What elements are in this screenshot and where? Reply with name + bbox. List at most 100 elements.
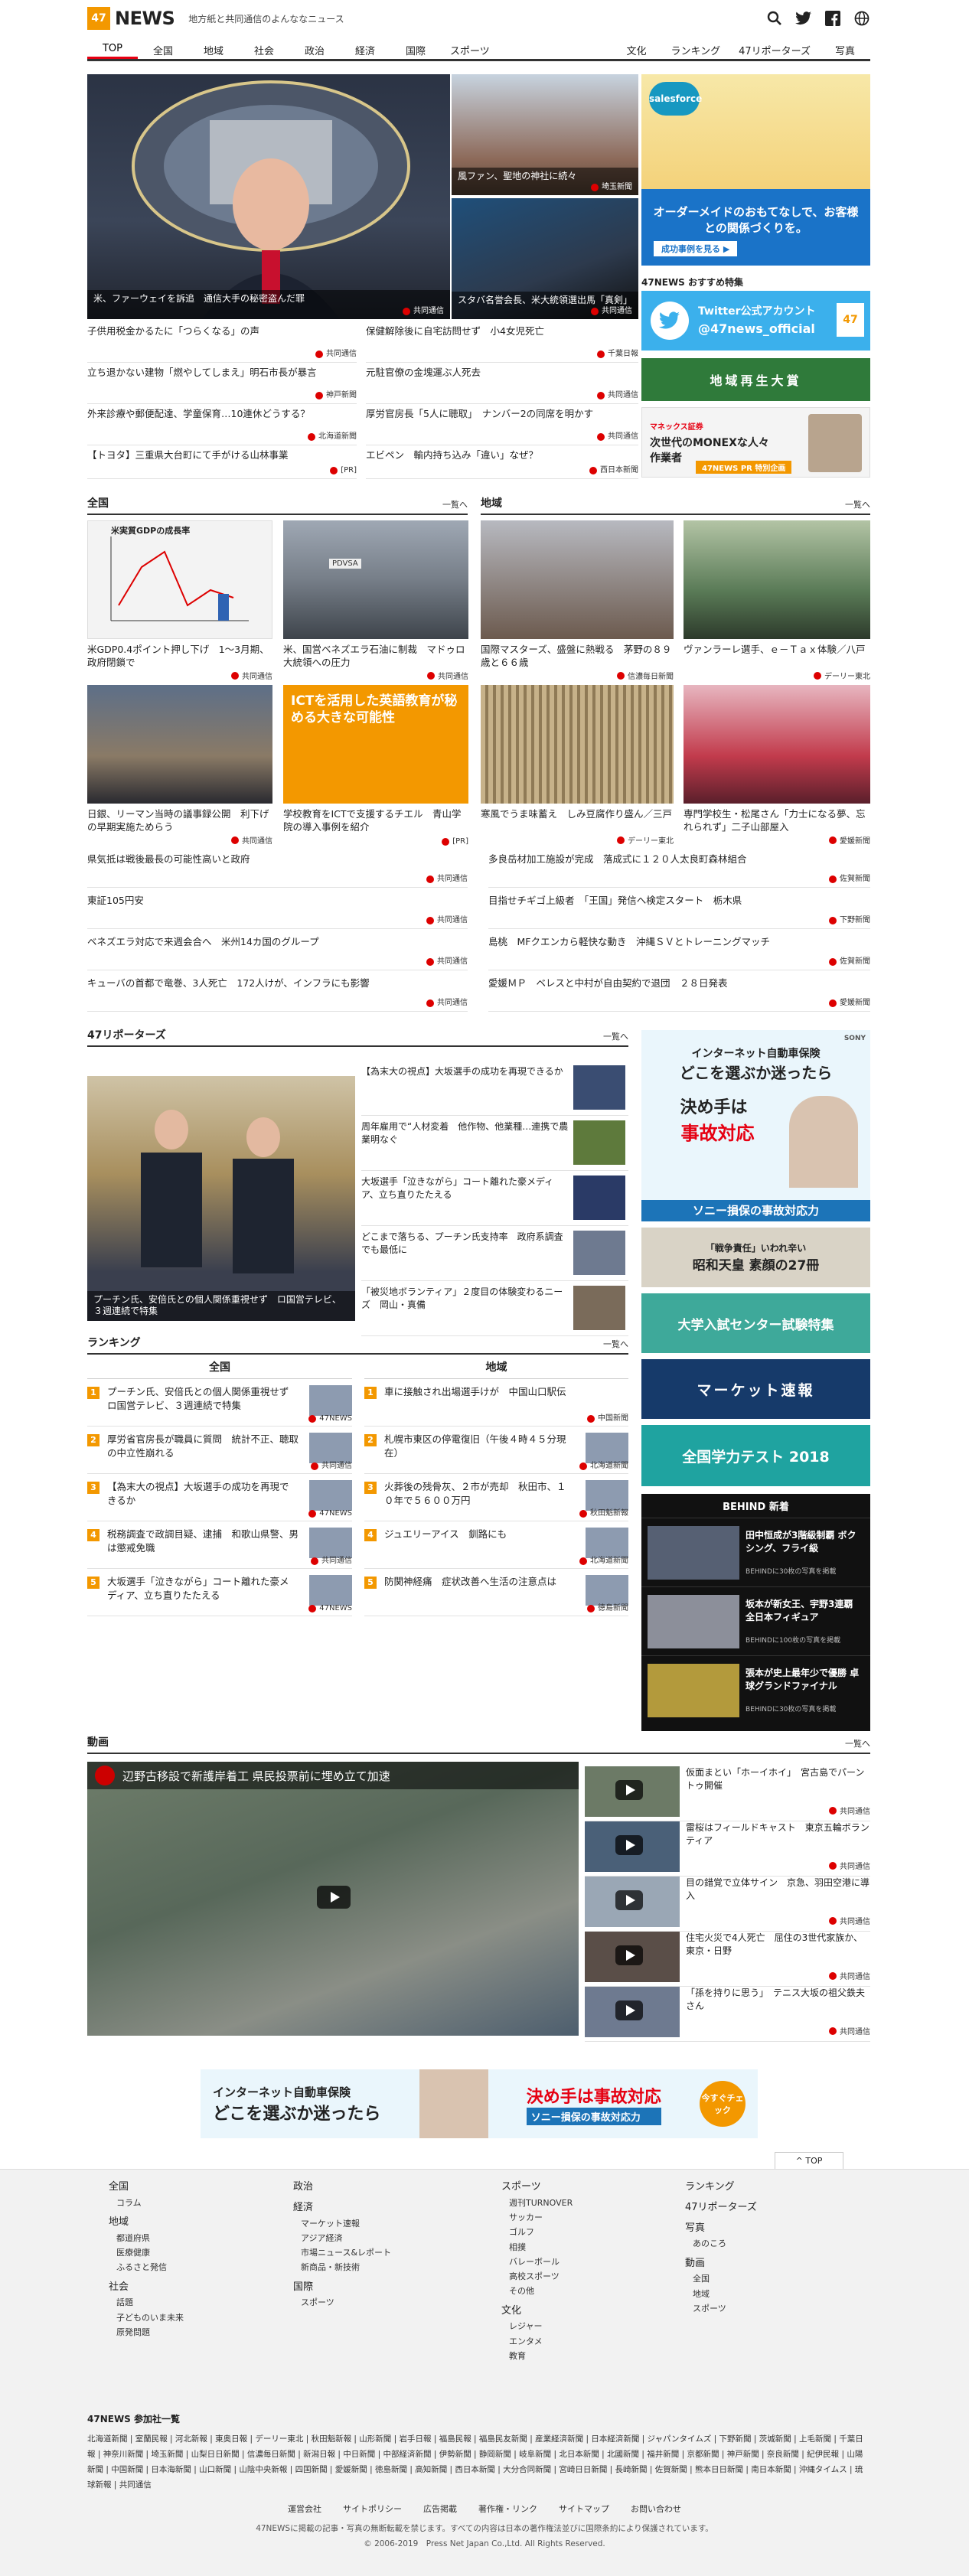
- video-item[interactable]: 住宅火災で4人死亡 屈住の3世代家族か、東京・日野 共同通信: [585, 1927, 870, 1987]
- ranking-item[interactable]: 3 火葬後の残骨灰、２市が売却 秋田市、１０年で５６００万円 秋田魁新報: [364, 1474, 628, 1521]
- footer-col-1: 全国 コラム 地域 都道府県 医療健康 ふるさと発信 社会 話題 子どものいま未…: [109, 2181, 184, 2337]
- nav-top[interactable]: TOP: [87, 38, 138, 59]
- headline-item[interactable]: 元駐官僚の金塊運ぶ人死去 共同通信: [366, 366, 638, 404]
- search-icon[interactable]: [766, 10, 783, 27]
- list-item[interactable]: ベネズエラ対応で来週会合へ 米州14カ国のグループ 共同通信: [87, 935, 468, 970]
- hero-main-image[interactable]: 米、ファーウェイを訴追 通信大手の秘密盗んだ罪 共同通信: [87, 74, 450, 319]
- nav-ranking[interactable]: ランキング: [661, 38, 729, 59]
- back-to-top-button[interactable]: ^ TOP: [775, 2152, 843, 2170]
- list-item[interactable]: 愛媛ＭＰ ベレスと中村が自由契約で退団 ２８日発表 愛媛新聞: [488, 977, 870, 1012]
- chiiki-more-link[interactable]: 一覧へ: [845, 498, 870, 510]
- nav-bunka[interactable]: 文化: [611, 38, 661, 59]
- headline-item[interactable]: エビペン 輸内持ち込み「違い」なぜ？ 西日本新聞: [366, 448, 638, 479]
- ranking-item[interactable]: 4 ジュエリーアイス 釧路にも 北海道新聞: [364, 1521, 628, 1569]
- salesforce-ad[interactable]: salesforce オーダーメイドのおもてなしで、お客様との関係づくりを。 成…: [641, 74, 870, 266]
- video-main-player[interactable]: 辺野古移設で新護岸着工 県民投票前に埋め立て加速: [87, 1762, 579, 2036]
- section-zenkoku-header: 全国 一覧へ: [87, 494, 468, 515]
- headline-item[interactable]: 外来診療や郵便配達、学童保育…10連休どうする？ 北海道新聞: [87, 407, 357, 445]
- nav-photo[interactable]: 写真: [820, 38, 870, 59]
- hero-side-image-2[interactable]: スタバ名誉会長、米大統領選出馬「真剣」 共同通信: [452, 198, 638, 319]
- video-thumb: [585, 1987, 680, 2037]
- nav-reporters[interactable]: 47リポーターズ: [729, 38, 820, 59]
- reporter-item[interactable]: どこまで落ちる、プーチン氏支持率 政府系調査でも最低に: [361, 1226, 628, 1281]
- twitter-bird-icon: [651, 302, 689, 340]
- reporter-item[interactable]: 大坂選手「泣きながら」コート離れた豪メディア、立ち直りたたえる: [361, 1171, 628, 1226]
- nav-chiiki[interactable]: 地域: [188, 38, 239, 59]
- behind-item[interactable]: 田中恒成が3階級制覇 ボクシング、フライ級 BEHINDに30枚の写真を掲載: [641, 1518, 870, 1586]
- news-card[interactable]: 日銀、リーマン当時の議事録公開 利下げの早期実施ためらう 共同通信: [87, 685, 272, 846]
- reporter-item[interactable]: 周年雇用で“人材変着 他作物、他業種…連携で農業明なぐ: [361, 1116, 628, 1171]
- gakuryoku-banner[interactable]: 全国学力テスト 2018: [641, 1425, 870, 1486]
- ranking-item[interactable]: 2 厚労省官房長が職員に質問 統計不正、聴取の中立性崩れる 共同通信: [87, 1427, 352, 1474]
- section-video-header: 動画 一覧へ: [87, 1733, 870, 1754]
- behind-item[interactable]: 張本が史上最年少で優勝 卓球グランドファイナル BEHINDに30枚の写真を掲載: [641, 1655, 870, 1724]
- headline-item[interactable]: 厚労官房長「5人に聴取」 ナンバー2の同席を明かす 共同通信: [366, 407, 638, 445]
- salesforce-ad-button[interactable]: 成功事例を見る ▶: [654, 241, 738, 256]
- list-item[interactable]: 県気抵は戦後最長の可能性高いと政府 共同通信: [87, 853, 468, 888]
- ranking-item[interactable]: 1 プーチン氏、安倍氏との個人関係重視せず ロ国営テレビ、３週連続で特集 47NEW…: [87, 1379, 352, 1427]
- list-item[interactable]: 目指せチギゴ上級者 「王国」発信へ検定スタート 栃木県 下野新聞: [488, 894, 870, 929]
- showa-emperor-banner[interactable]: 「戦争責任」いわれ辛い 昭和天皇 素顔の27冊: [641, 1228, 870, 1287]
- video-item[interactable]: 雷桜はフィールドキャスト 東京五輪ボランティア 共同通信: [585, 1817, 870, 1877]
- sony-bottom-banner[interactable]: インターネット自動車保険 どこを選ぶか迷ったら 決め手は事故対応 ソニー損保の事故対…: [201, 2069, 758, 2138]
- news-card-pr[interactable]: ICTを活用した英語教育が秘める大きな可能性 学校教育をICTで支援するチエル …: [283, 685, 468, 846]
- banner-woman-photo: [419, 2069, 488, 2138]
- reporters-more-link[interactable]: 一覧へ: [603, 1030, 628, 1042]
- site-logo[interactable]: 47 NEWS: [87, 7, 175, 30]
- zenkoku-more-link[interactable]: 一覧へ: [442, 498, 468, 510]
- headline-item-pr[interactable]: 【トヨタ】三重県大台町にて手がける山林事業 [PR]: [87, 448, 357, 479]
- ranking-item[interactable]: 5 防関神経痛 症状改善へ生活の注意点は 徳島新聞: [364, 1569, 628, 1616]
- ranking-thumb: [309, 1480, 352, 1511]
- twitter-icon[interactable]: [795, 10, 812, 27]
- reporter-item[interactable]: 「被災地ボランティア」２度目の体験変わるニーズ 岡山・真備: [361, 1281, 628, 1336]
- chiiki-saisei-banner[interactable]: 地域再生大賞: [641, 358, 870, 401]
- headline-item[interactable]: 保健解除後に自宅訪問せず 小4女児死亡 千葉日報: [366, 324, 638, 363]
- salesforce-ad-title: オーダーメイドのおもてなしで、お客様との関係づくりを。: [653, 205, 859, 235]
- hero-side-image-1[interactable]: 風ファン、聖地の神社に続々 埼玉新聞: [452, 74, 638, 195]
- video-item[interactable]: 仮面まとい「ホーイホイ」 宮古島でパーントゥ開催 共同通信: [585, 1762, 870, 1821]
- ranking-item[interactable]: 4 税務調査で政調目疑、逮捕 和歌山県警、男は懲戒免職 共同通信: [87, 1521, 352, 1569]
- twitter-banner[interactable]: Twitter公式アカウント @47news_official 47: [641, 291, 870, 351]
- headline-item[interactable]: 立ち退かない建物「燃やしてしまえ」明石市長が暴言 神戸新聞: [87, 366, 357, 404]
- news-card[interactable]: 寒風でうま味蓄え しみ豆腐作り盛ん／三戸 デーリー東北: [481, 685, 674, 846]
- video-item[interactable]: 目の錯覚で立体サイン 京急、羽田空港に導入 共同通信: [585, 1872, 870, 1932]
- play-button[interactable]: [317, 1886, 351, 1909]
- headline-item[interactable]: 子供用税金かるたに「つらくなる」の声 共同通信: [87, 324, 357, 363]
- nav-seiji[interactable]: 政治: [289, 38, 340, 59]
- nav-kokusai[interactable]: 国際: [390, 38, 441, 59]
- ranking-item[interactable]: 3 【為末大の視点】大坂選手の成功を再現できるか 47NEWS: [87, 1474, 352, 1521]
- main-nav: TOP 全国 地域 社会 政治 経済 国際 スポーツ 文化 ランキング 47リポ…: [87, 38, 870, 61]
- facebook-icon[interactable]: [824, 10, 841, 27]
- sony-insurance-ad[interactable]: SONY インターネット自動車保険 どこを選ぶか迷ったら 決め手は 事故対応 ソ…: [641, 1030, 870, 1221]
- center-exam-banner[interactable]: 大学入試センター試験特集: [641, 1293, 870, 1353]
- footer-col-3: スポーツ 週刊TURNOVER サッカー ゴルフ 相撲 バレーボール 高校スポー…: [501, 2181, 573, 2361]
- news-card[interactable]: 国際マスターズ、盛盤に熱戦る 茅野の８９歳と６６歳 信濃毎日新聞: [481, 520, 674, 681]
- partners-list[interactable]: 北海道新聞 | 室蘭民報 | 河北新報 | 東奥日報 | デーリー東北 | 秋田…: [87, 2432, 870, 2493]
- list-item[interactable]: キューバの首都で竜巻、3人死亡 172人けが、インフラにも影響 共同通信: [87, 977, 468, 1012]
- nav-shakai[interactable]: 社会: [239, 38, 289, 59]
- news-card[interactable]: 専門学校生・松尾さん「力士になる夢、忘れられず」二子山部屋入 愛媛新聞: [684, 685, 870, 846]
- ranking-item[interactable]: 2 札幌市東区の停電復旧（午後４時４５分現在） 北海道新聞: [364, 1427, 628, 1474]
- nav-keizai[interactable]: 経済: [340, 38, 390, 59]
- banner-check-button[interactable]: 今すぐチェック: [699, 2081, 746, 2127]
- ranking-more-link[interactable]: 一覧へ: [603, 1338, 628, 1350]
- list-item[interactable]: 多良岳材加工施設が完成 落成式に１２０人太良町森林組合 佐賀新聞: [488, 853, 870, 888]
- globe-icon[interactable]: [853, 10, 870, 27]
- ranking-item[interactable]: 5 大坂選手「泣きながら」コート離れた豪メディア、立ち直りたたえる 47NEWS: [87, 1569, 352, 1616]
- monex-banner[interactable]: マネックス証券 次世代のMONEXな人々 作業者 47NEWS PR 特別企画: [641, 407, 870, 478]
- video-item[interactable]: 「孫を持りに思う」 テニス大坂の祖父鉄夫さん 共同通信: [585, 1982, 870, 2042]
- nav-sports[interactable]: スポーツ: [441, 38, 499, 59]
- list-item[interactable]: 東証105円安 共同通信: [87, 894, 468, 929]
- reporters-main-image[interactable]: プーチン氏、安倍氏との個人関係重視せず ロ国営テレビ、３週連続で特集: [87, 1076, 355, 1321]
- list-item[interactable]: 島桃 MFクエンカら軽快な動き 沖縄ＳＶとトレーニングマッチ 佐賀新聞: [488, 935, 870, 970]
- reporter-item[interactable]: 【為末大の視点】大坂選手の成功を再現できるか: [361, 1061, 628, 1116]
- video-more-link[interactable]: 一覧へ: [845, 1737, 870, 1749]
- reporter-thumb: [573, 1231, 625, 1275]
- ranking-item[interactable]: 1 車に接触され出場選手けが 中国山口駅伝 中国新聞: [364, 1379, 628, 1427]
- behind-item[interactable]: 坂本が新女王、宇野3連覇 全日本フィギュア BEHINDに100枚の写真を掲載: [641, 1586, 870, 1655]
- news-card[interactable]: PDVSA 米、国営ベネズエラ石油に制裁 マドゥロ大統領への圧力 共同通信: [283, 520, 468, 681]
- market-banner[interactable]: マーケット速報: [641, 1359, 870, 1419]
- nav-zenkoku[interactable]: 全国: [138, 38, 188, 59]
- news-card[interactable]: 米実質GDPの成長率 米GDP0.4ポイント押し下げ 1～3月期、政府閉鎖で 共…: [87, 520, 272, 681]
- news-card[interactable]: ヴァンラーレ選手、ｅ－Ｔａｘ体験／八戸 デーリー東北: [684, 520, 870, 681]
